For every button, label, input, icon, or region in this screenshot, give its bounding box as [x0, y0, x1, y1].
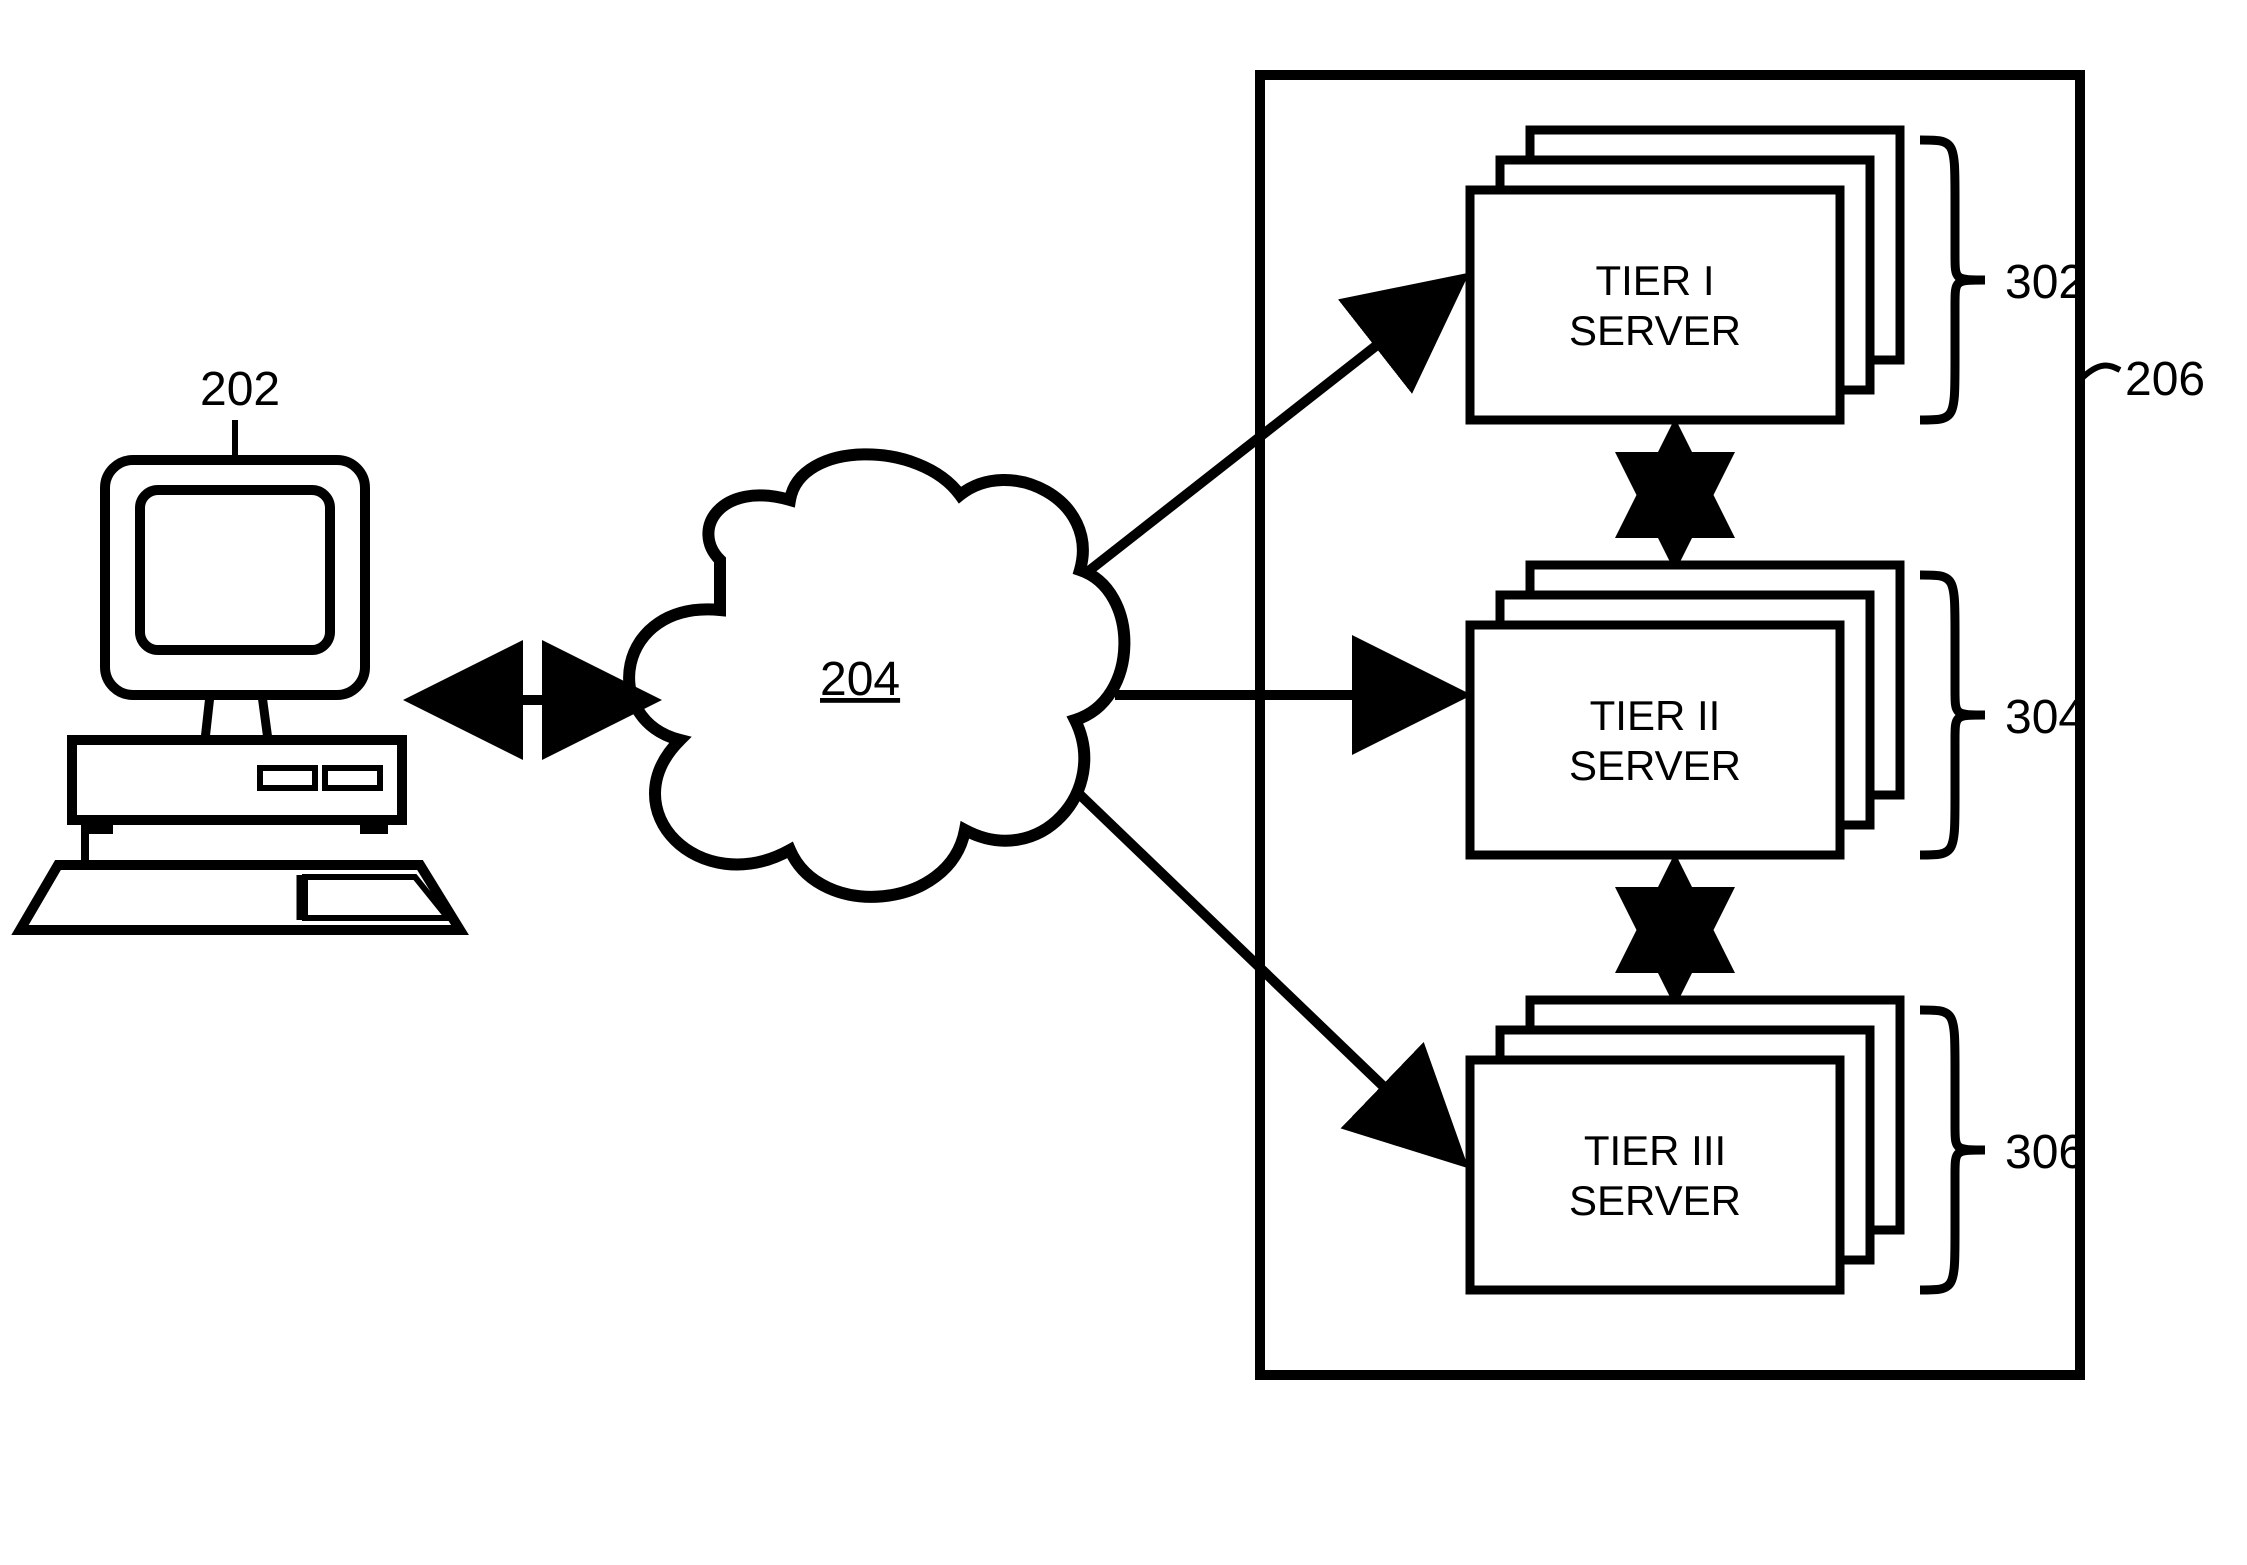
arrow-network-tier1 [1090, 280, 1460, 570]
monitor-icon [105, 460, 365, 740]
ref-tier1: 302 [2005, 256, 2085, 309]
ref-client: 202 [200, 363, 280, 416]
tier3-label-line1: TIER III [1584, 1127, 1726, 1174]
ref-tier3: 306 [2005, 1126, 2085, 1179]
ref-tier2: 304 [2005, 691, 2085, 744]
tier1-label-line2: SERVER [1569, 307, 1741, 354]
arrow-network-tier3 [1075, 790, 1460, 1160]
brace-302 [1920, 140, 1985, 420]
system-unit-icon [72, 740, 402, 834]
ref-network: 204 [820, 653, 900, 706]
tier2-label-line1: TIER II [1590, 692, 1721, 739]
tier1-label-line1: TIER I [1595, 257, 1714, 304]
keyboard-icon [20, 820, 460, 930]
tier2-label-line2: SERVER [1569, 742, 1741, 789]
ref-container: 206 [2125, 353, 2205, 406]
tier3-label-line2: SERVER [1569, 1177, 1741, 1224]
brace-304 [1920, 575, 1985, 855]
brace-306 [1920, 1010, 1985, 1290]
client-computer [20, 420, 460, 930]
